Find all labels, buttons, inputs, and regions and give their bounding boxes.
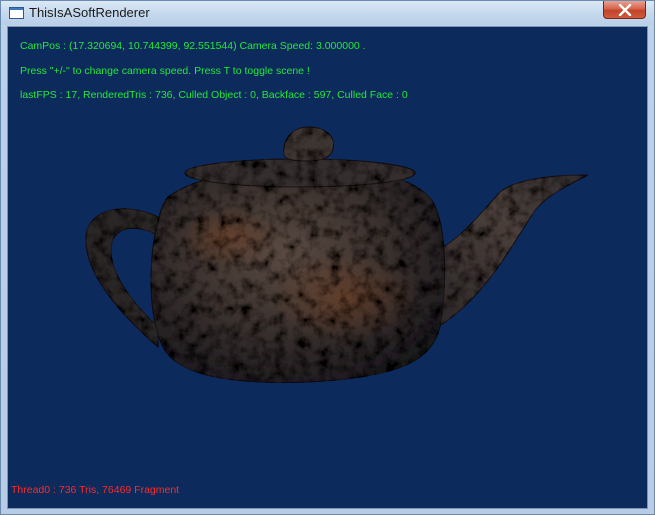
teapot-spout <box>425 174 589 328</box>
app-window: ThisIsASoftRenderer CamPos: (17.320694,… <box>0 0 655 515</box>
app-window-icon <box>9 7 24 19</box>
close-button[interactable] <box>603 1 646 19</box>
close-icon <box>618 4 632 16</box>
teapot-knob <box>283 126 335 162</box>
teapot-handle <box>85 208 159 349</box>
render-stats-text: lastFPS : 17, RenderedTris : 736, Culled… <box>20 89 408 101</box>
teapot-lid <box>184 158 416 188</box>
camera-position-text: CamPos : (17.320694, 10.744399, 92.55154… <box>20 40 366 52</box>
thread-stats-text: Thread0 : 736 Tris, 76469 Fragment <box>11 484 180 496</box>
render-viewport[interactable]: CamPos : (17.320694, 10.744399, 92.55154… <box>7 26 648 509</box>
help-text: Press "+/-" to change camera speed. Pres… <box>20 65 310 77</box>
window-title: ThisIsASoftRenderer <box>29 5 150 20</box>
title-bar[interactable]: ThisIsASoftRenderer <box>1 1 654 25</box>
